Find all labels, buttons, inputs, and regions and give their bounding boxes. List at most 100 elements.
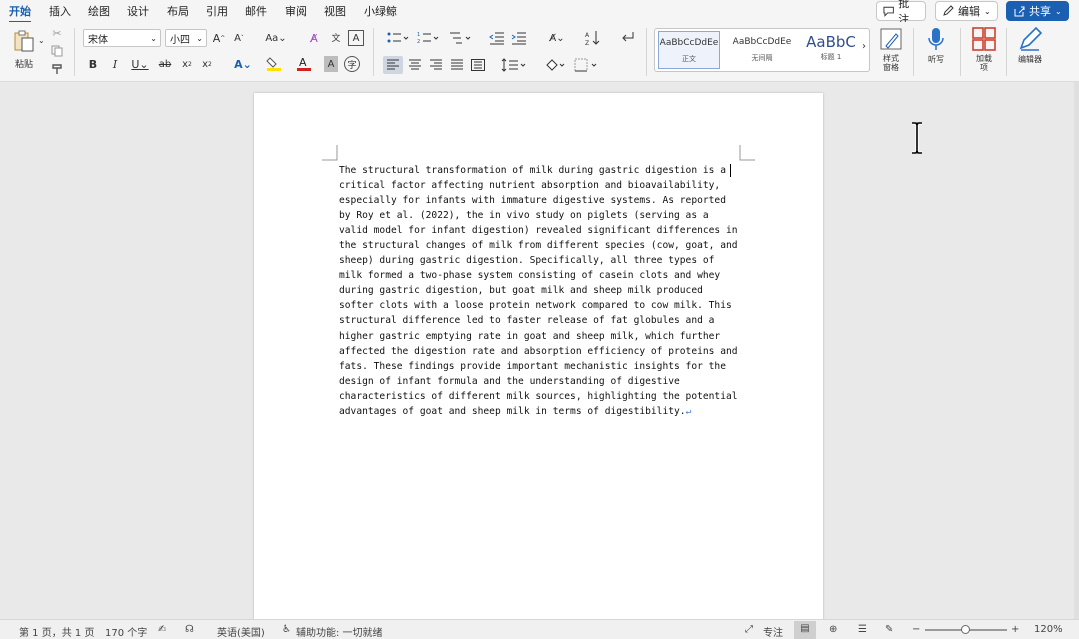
word-count[interactable]: 170 个字 [105, 624, 147, 639]
change-case-icon[interactable]: Aa⌄ [263, 30, 289, 46]
zoom-level[interactable]: 120% [1034, 624, 1063, 635]
text-line: the structural changes of milk from diff… [339, 240, 738, 252]
sort-icon[interactable]: AZ [584, 30, 602, 46]
crop-mark-right [739, 145, 755, 161]
style-pane-button[interactable]: 样式 窗格 [871, 26, 911, 72]
paste-dropdown-chevron[interactable]: ⌄ [38, 36, 45, 45]
tab-insert[interactable]: 插入 [49, 3, 71, 19]
text-caret [730, 164, 731, 177]
distributed-icon[interactable] [469, 56, 487, 74]
bold-icon[interactable]: B [86, 56, 100, 72]
crop-mark-left [322, 145, 338, 161]
accessibility-status[interactable]: 辅助功能: 一切就绪 [296, 624, 383, 639]
predictions-icon[interactable]: ☊ [185, 624, 194, 635]
cut-icon[interactable]: ✂ [50, 26, 64, 40]
editor-icon [1019, 26, 1043, 51]
multilevel-icon[interactable] [448, 30, 472, 46]
share-button[interactable]: 共享 ⌄ [1006, 1, 1069, 21]
line-spacing-icon[interactable] [500, 56, 528, 74]
italic-icon[interactable]: I [108, 56, 122, 72]
comments-button[interactable]: 批注 [876, 0, 926, 26]
status-bar: 第 1 页，共 1 页 170 个字 ✍ ☊ 英语(美国) ♿ 辅助功能: 一切… [0, 619, 1079, 639]
editor-label: 编辑器 [1018, 55, 1042, 64]
copy-icon[interactable] [50, 44, 64, 58]
font-color-icon[interactable]: A [294, 56, 316, 72]
style-normal-label: 正文 [682, 55, 696, 63]
ribbon-tab-bar: 开始 插入 绘图 设计 布局 引用 邮件 审阅 视图 小绿鲸 批注 编辑 ⌄ 共… [0, 0, 1079, 26]
text-effects-icon[interactable]: A⌄ [232, 56, 254, 72]
strikethrough-icon[interactable]: ab [158, 56, 172, 72]
char-shading-icon[interactable]: A [324, 56, 338, 72]
tab-home[interactable]: 开始 [9, 3, 31, 23]
tab-mailings[interactable]: 邮件 [245, 3, 267, 19]
tab-draw[interactable]: 绘图 [88, 3, 110, 19]
zoom-in-button[interactable]: + [1011, 624, 1019, 635]
editor-button[interactable]: 编辑器 [1010, 26, 1050, 65]
web-layout-icon[interactable]: ⊕ [829, 624, 837, 635]
gallery-more-chevron[interactable]: › [862, 41, 866, 52]
superscript-icon[interactable]: x2 [200, 56, 214, 72]
addins-button[interactable]: 加载 项 [964, 26, 1004, 72]
justify-icon[interactable] [448, 56, 466, 74]
tab-references[interactable]: 引用 [206, 3, 228, 19]
text-line: structural difference led to faster rele… [339, 315, 715, 327]
show-marks-icon[interactable] [618, 28, 636, 46]
read-mode-icon[interactable]: ☰ [858, 624, 867, 635]
text-line: by Roy et al. (2022), the in vivo study … [339, 210, 709, 222]
edit-mode-button[interactable]: 编辑 ⌄ [935, 1, 998, 21]
increase-indent-icon[interactable] [510, 30, 528, 46]
enclose-char-icon[interactable]: 字 [344, 56, 360, 72]
underline-icon[interactable]: U⌄ [128, 56, 152, 72]
clear-format-icon[interactable]: A̸ [306, 30, 322, 46]
borders-icon[interactable] [572, 56, 602, 74]
page-count[interactable]: 第 1 页，共 1 页 [19, 624, 94, 639]
accessibility-icon[interactable]: ♿ [282, 624, 291, 635]
format-painter-icon[interactable] [50, 62, 64, 76]
subscript-icon[interactable]: x2 [180, 56, 194, 72]
style-no-spacing[interactable]: AaBbCcDdEe 无间隔 [731, 31, 793, 69]
print-layout-icon[interactable]: ▤ [794, 621, 816, 639]
tab-design[interactable]: 设计 [127, 3, 149, 19]
style-heading-1[interactable]: AaBbC 标题 1 [800, 31, 862, 69]
dictate-button[interactable]: 听写 [916, 26, 956, 65]
center-icon[interactable] [406, 56, 424, 74]
tab-review[interactable]: 审阅 [285, 3, 307, 19]
decrease-indent-icon[interactable] [488, 30, 506, 46]
font-grow-icon[interactable]: A ^ [212, 30, 226, 46]
focus-label[interactable]: 专注 [763, 624, 783, 639]
asian-layout-icon[interactable]: A̸⌄ [544, 30, 570, 46]
tab-view[interactable]: 视图 [324, 3, 346, 19]
language-indicator[interactable]: 英语(美国) [217, 624, 265, 639]
numbering-icon[interactable]: 12 [416, 30, 440, 46]
focus-icon[interactable]: ⤢ [745, 624, 753, 635]
share-label: 共享 [1029, 5, 1051, 18]
immersive-reader-icon[interactable]: ✎ [885, 624, 893, 635]
chevron-down-icon: ⌄ [1055, 6, 1062, 16]
zoom-slider-thumb[interactable] [961, 625, 970, 634]
tab-xiaolvjing[interactable]: 小绿鲸 [364, 3, 397, 19]
document-body-text[interactable]: The structural transformation of milk du… [339, 163, 739, 419]
highlight-icon[interactable] [264, 56, 286, 72]
tab-layout[interactable]: 布局 [167, 3, 189, 19]
style-normal[interactable]: AaBbCcDdEe 正文 [658, 31, 720, 69]
text-line: sheep) during gastric digestion. Specifi… [339, 255, 715, 267]
style-heading-1-sample: AaBbC [806, 33, 856, 51]
bullets-icon[interactable] [386, 30, 410, 46]
shading-icon[interactable] [544, 56, 570, 74]
phonetic-icon[interactable]: 文 [328, 28, 344, 46]
text-line: characteristics of different milk source… [339, 390, 738, 402]
align-right-icon[interactable] [427, 56, 445, 74]
svg-text:2: 2 [417, 39, 420, 45]
dictate-label: 听写 [928, 55, 944, 64]
zoom-out-button[interactable]: − [912, 624, 920, 635]
char-border-icon[interactable]: A [348, 30, 364, 46]
font-size-combo[interactable]: 小四 ⌄ [165, 29, 207, 47]
document-page[interactable]: The structural transformation of milk du… [254, 93, 823, 623]
style-no-spacing-label: 无间隔 [751, 54, 773, 62]
font-shrink-icon[interactable]: Aˇ [232, 30, 246, 46]
paste-button[interactable] [10, 28, 38, 54]
font-name-combo[interactable]: 宋体 ⌄ [83, 29, 161, 47]
proofing-icon[interactable]: ✍ [158, 624, 166, 635]
align-left-icon[interactable] [383, 56, 403, 74]
vertical-scrollbar[interactable] [1074, 82, 1079, 619]
